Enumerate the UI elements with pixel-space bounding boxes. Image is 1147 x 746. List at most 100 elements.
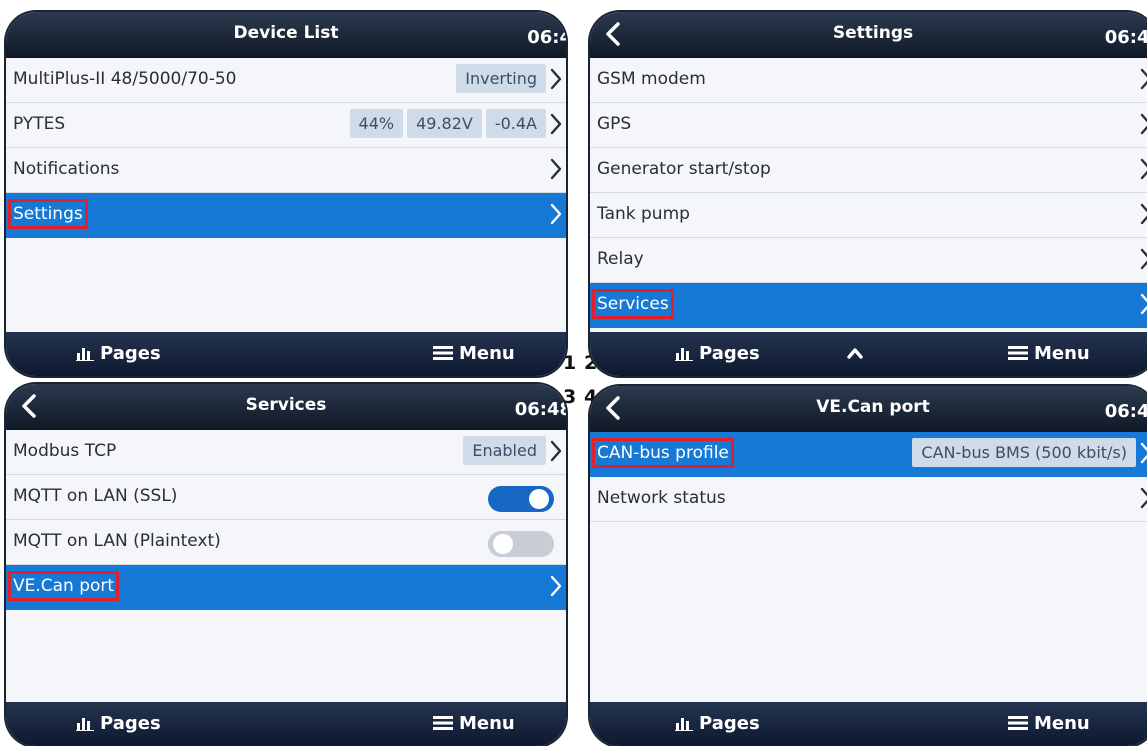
list-item[interactable]: CAN-bus profile CAN-bus BMS (500 kbit/s) [590, 432, 1147, 477]
list-item[interactable]: PYTES 44% 49.82V -0.4A [6, 103, 566, 148]
list-item-label: MQTT on LAN (SSL) [13, 486, 178, 506]
pages-button[interactable]: Pages [675, 713, 760, 734]
footer-bar: Pages Menu [6, 702, 566, 746]
list-item[interactable]: Generator start/stop [590, 148, 1147, 193]
value-group: CAN-bus BMS (500 kbit/s) [912, 438, 1136, 467]
menu-list: CAN-bus profile CAN-bus BMS (500 kbit/s) N… [590, 432, 1147, 522]
footer-bar: Pages Menu [590, 702, 1147, 746]
menu-button[interactable]: Menu [1008, 343, 1090, 364]
list-item[interactable]: Tank pump [590, 193, 1147, 238]
menu-button[interactable]: Menu [433, 713, 515, 734]
list-item[interactable]: GSM modem [590, 58, 1147, 103]
pages-button[interactable]: Pages [675, 343, 760, 364]
list-item-label: Network status [597, 488, 726, 508]
chevron-right-icon [1140, 248, 1147, 270]
footer-bar: Pages Menu [590, 332, 1147, 376]
hamburger-menu-icon [433, 343, 459, 364]
list-item-label: GSM modem [597, 69, 706, 89]
list-item-label: MQTT on LAN (Plaintext) [13, 531, 221, 551]
toggle-switch[interactable] [488, 486, 554, 512]
chevron-right-icon [1140, 158, 1147, 180]
menu-list: GSM modem GPS Generator start/stop Tank pum… [590, 58, 1147, 328]
list-item-label: Modbus TCP [13, 441, 117, 461]
pages-label: Pages [699, 343, 760, 364]
value-group: 44% 49.82V -0.4A [349, 109, 546, 138]
header-bar: Services 06:48 [6, 384, 566, 430]
menu-label: Menu [459, 713, 515, 734]
list-item-label: GPS [597, 114, 632, 134]
value-badge: 44% [349, 109, 404, 138]
list-item-label: CAN-bus profile [592, 438, 734, 468]
header-bar: Device List 06:4 [6, 12, 566, 58]
hamburger-menu-icon [1008, 343, 1034, 364]
chevron-right-icon [550, 440, 562, 462]
chevron-right-icon [550, 575, 562, 597]
clock-time: 06:4 [527, 27, 566, 48]
screen-panel: VE.Can port 06:48 CAN-bus profile CAN-bus B… [590, 386, 1147, 746]
screen-panel: Settings 06:48 GSM modem GPS Generator start… [590, 12, 1147, 376]
value-badge: Enabled [463, 436, 546, 465]
chevron-right-icon [1140, 487, 1147, 509]
value-badge: -0.4A [485, 109, 546, 138]
chevron-up-icon[interactable] [845, 343, 865, 363]
hamburger-menu-icon [433, 713, 459, 734]
menu-list: MultiPlus-II 48/5000/70-50 Inverting PYTES… [6, 58, 566, 238]
list-item-label: Relay [597, 249, 644, 269]
list-item[interactable]: VE.Can port [6, 565, 566, 610]
list-item-label: Generator start/stop [597, 159, 771, 179]
list-item[interactable]: MultiPlus-II 48/5000/70-50 Inverting [6, 58, 566, 103]
pages-button[interactable]: Pages [76, 343, 161, 364]
page-title: Services [245, 395, 327, 415]
chevron-right-icon [1140, 293, 1147, 315]
list-item[interactable]: MQTT on LAN (SSL) [6, 475, 566, 520]
pages-button[interactable]: Pages [76, 713, 161, 734]
list-item-label: Services [592, 289, 674, 319]
page-title: Device List [233, 23, 339, 43]
menu-label: Menu [459, 343, 515, 364]
pages-label: Pages [699, 713, 760, 734]
chevron-right-icon [550, 113, 562, 135]
value-badge: CAN-bus BMS (500 kbit/s) [912, 438, 1136, 467]
list-item-label: MultiPlus-II 48/5000/70-50 [13, 69, 237, 89]
list-item[interactable]: Relay [590, 238, 1147, 283]
menu-label: Menu [1034, 713, 1090, 734]
list-item-label: Settings [8, 199, 88, 229]
menu-list: Modbus TCP Enabled MQTT on LAN (SSL) MQTT o… [6, 430, 566, 610]
list-item[interactable]: GPS [590, 103, 1147, 148]
list-item-label: PYTES [13, 114, 66, 134]
menu-button[interactable]: Menu [1008, 713, 1090, 734]
pages-label: Pages [100, 713, 161, 734]
chevron-right-icon [1140, 68, 1147, 90]
chevron-right-icon [550, 158, 562, 180]
toggle-knob [493, 534, 513, 554]
page-title: Settings [832, 23, 914, 43]
clock-time: 06:48 [1104, 401, 1147, 422]
value-badge: Inverting [456, 64, 546, 93]
list-item[interactable]: Services [590, 283, 1147, 328]
chevron-right-icon [550, 203, 562, 225]
menu-label: Menu [1034, 343, 1090, 364]
list-item[interactable]: Notifications [6, 148, 566, 193]
list-item[interactable]: Settings [6, 193, 566, 238]
chevron-right-icon [1140, 113, 1147, 135]
clock-time: 06:48 [514, 399, 566, 420]
menu-button[interactable]: Menu [433, 343, 515, 364]
bar-chart-icon [76, 713, 100, 734]
list-item[interactable]: Modbus TCP Enabled [6, 430, 566, 475]
chevron-right-icon [1140, 203, 1147, 225]
chevron-right-icon [550, 68, 562, 90]
value-badge: 49.82V [407, 109, 482, 138]
pages-label: Pages [100, 343, 161, 364]
toggle-knob [529, 489, 549, 509]
header-bar: Settings 06:48 [590, 12, 1147, 58]
list-item-label: VE.Can port [7, 571, 120, 601]
list-item[interactable]: Network status [590, 477, 1147, 522]
hamburger-menu-icon [1008, 713, 1034, 734]
screen-panel: Services 06:48 Modbus TCP Enabled MQTT on LA… [6, 384, 566, 746]
bar-chart-icon [675, 713, 699, 734]
value-group: Inverting [456, 64, 546, 93]
toggle-switch[interactable] [488, 531, 554, 557]
header-bar: VE.Can port 06:48 [590, 386, 1147, 432]
bar-chart-icon [675, 343, 699, 364]
list-item[interactable]: MQTT on LAN (Plaintext) [6, 520, 566, 565]
